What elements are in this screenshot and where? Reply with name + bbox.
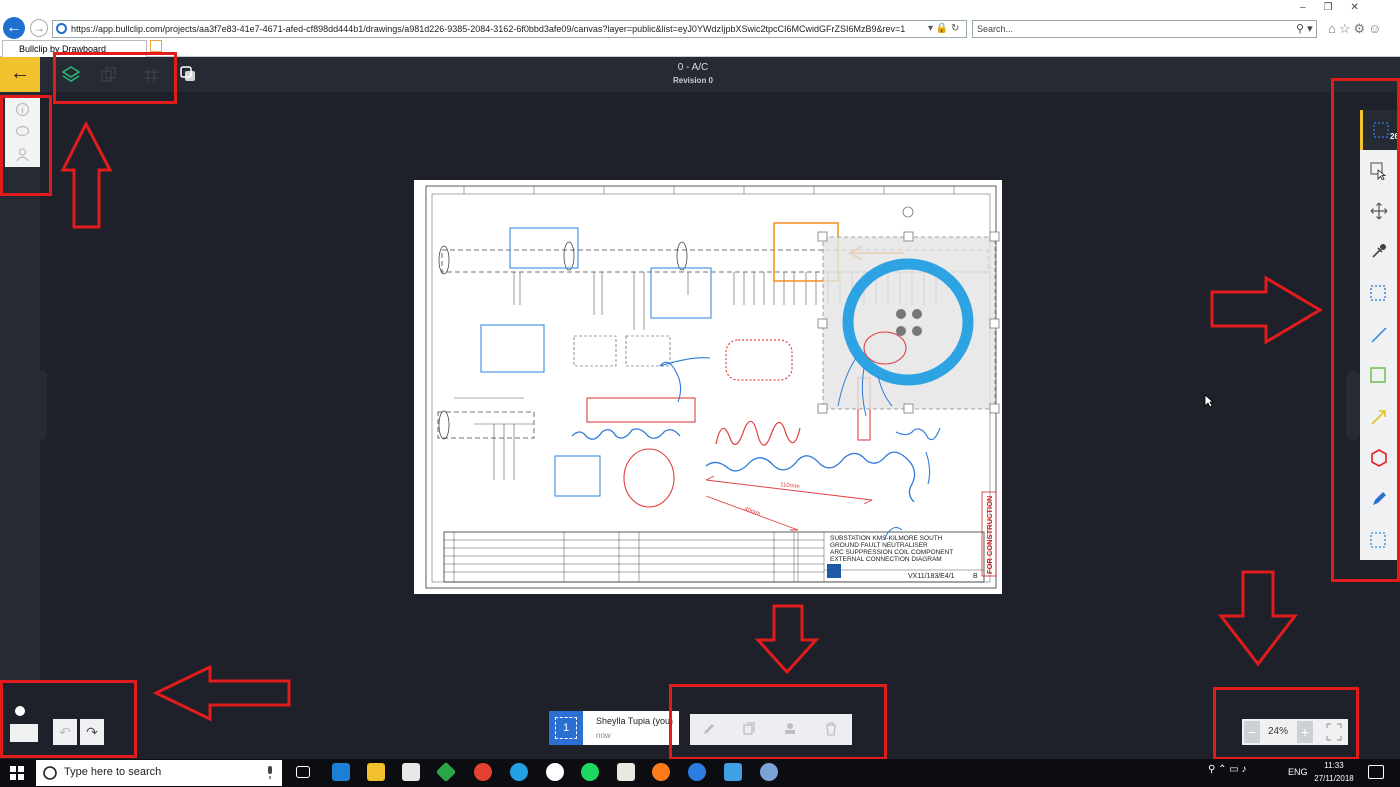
firefox-dev-icon[interactable] (688, 763, 706, 781)
skype-icon[interactable] (510, 763, 528, 781)
arrow-up (60, 120, 113, 229)
internet-explorer-icon[interactable] (724, 763, 742, 781)
clock-time[interactable]: 11:33 (1313, 761, 1355, 770)
mail-icon[interactable] (402, 763, 420, 781)
task-view-icon[interactable] (296, 766, 310, 778)
language-indicator[interactable]: ENG (1288, 767, 1308, 777)
notification-icon[interactable] (1368, 765, 1384, 779)
file-explorer-icon[interactable] (367, 763, 385, 781)
cortana-icon (43, 766, 57, 780)
windows-start-icon[interactable] (10, 766, 24, 780)
arrow-left (152, 664, 291, 722)
slack-icon[interactable] (546, 763, 564, 781)
edge-browser-icon[interactable] (332, 763, 350, 781)
chrome-icon[interactable] (474, 763, 492, 781)
arrow-right (1210, 275, 1323, 345)
spotify-icon[interactable] (581, 763, 599, 781)
arrow-down-center (754, 604, 820, 675)
clock-date[interactable]: 27/11/2018 (1313, 774, 1355, 783)
annotation-arrows (60, 120, 1323, 722)
arrow-down-right (1217, 570, 1299, 667)
firefox-icon[interactable] (652, 763, 670, 781)
system-tray-icons[interactable]: ⚲ ⌃ ▭ ♪ (1208, 764, 1247, 775)
taskbar-search-text: Type here to search (64, 766, 162, 778)
paint-icon[interactable] (760, 763, 778, 781)
microphone-icon[interactable] (266, 766, 274, 779)
notepad-icon[interactable] (617, 763, 635, 781)
